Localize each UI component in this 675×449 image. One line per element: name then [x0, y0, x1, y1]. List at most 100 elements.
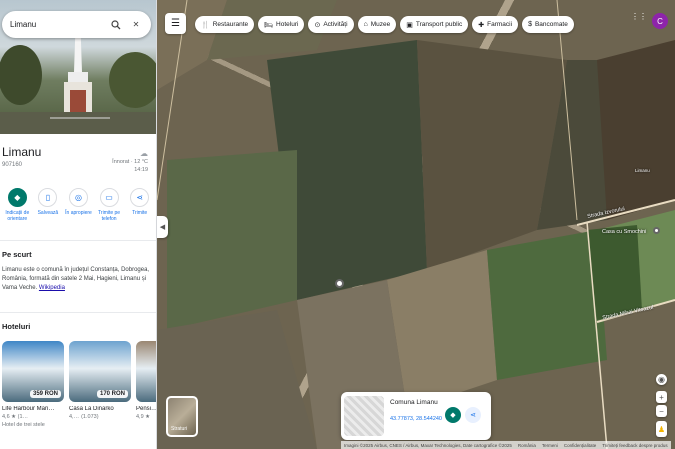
pegman-icon[interactable]: ♟ [656, 421, 667, 437]
hotel-photo[interactable]: 170 RON [69, 341, 131, 402]
chip-label: Farmacii [487, 21, 513, 28]
menu-icon: ☰ [171, 18, 180, 29]
action-label: Trimite [132, 210, 148, 216]
search-icon[interactable] [109, 18, 123, 32]
footer-item: Imagini ©2025 Airbus, CNES / Airbus, Max… [344, 442, 512, 448]
hotel-rating-value: 4,… [69, 414, 80, 420]
hotel-price: 170 RON [96, 390, 128, 398]
divider [0, 240, 156, 241]
overview-heading: Pe scurt [2, 250, 32, 259]
chip-label: Bancomate [534, 21, 568, 28]
atm-icon: $ [528, 21, 532, 28]
weather-widget: ☁ Înnorat · 12 °C 14:19 [112, 150, 148, 174]
zoom-in-button[interactable]: + [656, 391, 667, 403]
chip-restaurante[interactable]: 🍴 Restaurante [195, 16, 255, 33]
layers-button[interactable]: Straturi [166, 396, 198, 437]
pharmacy-icon: ✚ [478, 21, 485, 29]
place-thumbnail[interactable] [344, 396, 384, 436]
zoom-out-button[interactable]: − [656, 405, 667, 417]
action-nearby[interactable]: ◎ În apropiere [64, 188, 92, 222]
chip-farmacii[interactable]: ✚ Farmacii [472, 16, 519, 33]
hotels-list: 359 RON Life Harbour Mari… 4,6 ★ (1… Hotel … [2, 341, 156, 428]
hotel-rating-value: 4,6 ★ (1… [2, 414, 29, 420]
hotel-card[interactable]: 170 RON Casa La Dinarko 4,… (1.073) [69, 341, 131, 428]
search-box[interactable]: Limanu ✕ [2, 11, 151, 38]
nearby-icon: ◎ [68, 188, 88, 207]
hotel-rating: 4,6 ★ (1… [2, 414, 64, 420]
museum-icon: ⌂ [363, 21, 368, 28]
action-phone[interactable]: ▭ Trimite pe telefon [95, 188, 123, 222]
wikipedia-link[interactable]: Wikipedia [39, 285, 65, 291]
action-label: Salvează [37, 210, 59, 216]
directions-button[interactable]: ◆ [445, 407, 461, 423]
overview-text: Limanu este o comună în județul Constanț… [2, 266, 152, 293]
chip-label: Restaurante [212, 21, 249, 28]
chip-label: Muzee [370, 21, 391, 28]
footer-item[interactable]: Termeni [542, 443, 558, 448]
footer-item[interactable]: Trimiteți feedback despre produs [602, 443, 667, 448]
apps-grid-icon[interactable]: ⋮⋮ [631, 12, 647, 21]
account-avatar[interactable]: C [652, 13, 668, 29]
chevron-left-icon: ◀ [159, 224, 166, 231]
action-directions[interactable]: ◆ Indicații de orientare [3, 188, 31, 222]
hotel-name[interactable]: Pensi… [136, 406, 156, 412]
footer-item[interactable]: Confidențialitate [564, 443, 596, 448]
action-bookmark[interactable]: ▯ Salvează [34, 188, 62, 222]
poi-marker-icon[interactable] [653, 227, 660, 234]
activity-icon: ⊙ [314, 21, 321, 29]
action-share[interactable]: ⋖ Trimite [126, 188, 154, 222]
divider [0, 312, 156, 313]
action-label: În apropiere [65, 210, 92, 216]
hotel-name[interactable]: Casa La Dinarko [69, 406, 131, 412]
hotel-rating: 4,9 ★ [136, 414, 156, 420]
info-card-coordinates[interactable]: 43.77873, 28.544240 [390, 416, 442, 422]
action-buttons: ◆ Indicații de orientare ▯ Salvează ◎ În apro… [0, 188, 156, 222]
location-icon: ◉ [658, 375, 665, 384]
map-label-casa[interactable]: Casa cu Smochini [602, 229, 646, 235]
hotel-name[interactable]: Life Harbour Mari… [2, 406, 64, 412]
chip-hoteluri[interactable]: 🛏 Hoteluri [258, 16, 305, 33]
chip-label: Transport public [415, 21, 463, 28]
satellite-map[interactable]: Casa cu Smochini Strada Izvorului Strada… [157, 0, 675, 449]
share-icon: ⋖ [130, 188, 150, 207]
map-footer: Imagini ©2025 Airbus, CNES / Airbus, Max… [341, 441, 671, 449]
map-imagery [157, 0, 675, 449]
chip-muzee[interactable]: ⌂ Muzee [357, 16, 397, 33]
bookmark-icon: ▯ [38, 188, 58, 207]
directions-icon: ◆ [7, 188, 27, 207]
hotel-icon: 🛏 [264, 21, 274, 29]
info-card-title[interactable]: Comuna Limanu [390, 399, 438, 406]
postcode: 907160 [2, 162, 23, 168]
chip-transport-public[interactable]: ▣ Transport public [400, 16, 469, 33]
layers-label: Straturi [171, 426, 188, 432]
my-location-button[interactable]: ◉ [656, 374, 667, 385]
action-label: Indicații de orientare [5, 210, 30, 222]
cloud-icon: ☁ [140, 149, 148, 158]
menu-button[interactable]: ☰ [165, 13, 186, 34]
transit-icon: ▣ [406, 21, 413, 29]
place-info-card[interactable]: Comuna Limanu 43.77873, 28.544240 ◆ ⋖ [341, 392, 491, 440]
close-icon[interactable]: ✕ [129, 18, 143, 32]
hotel-photo[interactable]: 359 RON [2, 341, 64, 402]
footer-item: România [517, 442, 536, 448]
category-chips: 🍴 Restaurante 🛏 Hoteluri ⊙ Activități ⌂ Muzee ▣ T… [195, 16, 574, 33]
directions-icon: ◆ [450, 412, 456, 419]
search-input[interactable]: Limanu [10, 20, 103, 29]
hotel-rating: 4,… (1.073) [69, 414, 131, 420]
share-button[interactable]: ⋖ [465, 407, 481, 423]
chip-bancomate[interactable]: $ Bancomate [522, 16, 574, 33]
share-icon: ⋖ [470, 412, 476, 419]
collapse-panel-button[interactable]: ◀ [157, 216, 168, 238]
place-title: Limanu [2, 145, 42, 159]
place-marker-icon[interactable] [335, 279, 344, 288]
hotel-photo[interactable] [136, 341, 156, 402]
weather-time: 14:19 [134, 167, 148, 173]
hotel-type: Hotel de trei stele [2, 422, 45, 428]
restaurant-icon: 🍴 [201, 21, 210, 29]
hotel-card[interactable]: Pensi… 4,9 ★ [136, 341, 156, 428]
weather-condition: Înnorat · 12 °C [112, 159, 148, 165]
hotel-card[interactable]: 359 RON Life Harbour Mari… 4,6 ★ (1… Hotel … [2, 341, 64, 428]
overview-body: Limanu este o comună în județul Constanț… [2, 267, 150, 291]
chip-activități[interactable]: ⊙ Activități [308, 16, 354, 33]
map-label-town: Limanu [635, 168, 650, 173]
